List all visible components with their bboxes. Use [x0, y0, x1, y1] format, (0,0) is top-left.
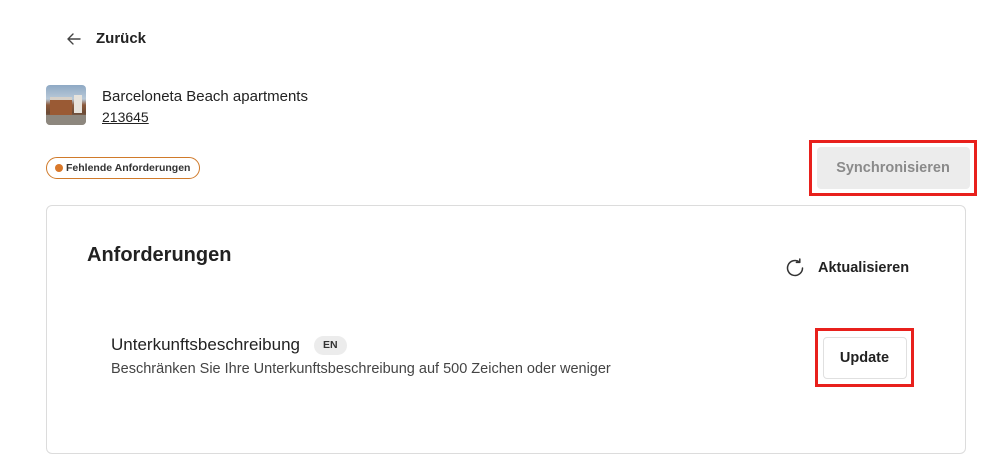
sync-highlight: Synchronisieren [809, 140, 977, 196]
property-info: Barceloneta Beach apartments 213645 [102, 87, 308, 127]
update-button[interactable]: Update [822, 336, 907, 379]
requirement-description: Beschränken Sie Ihre Unterkunftsbeschrei… [111, 361, 611, 377]
page: Zurück Barceloneta Beach apartments 2136… [0, 0, 1001, 465]
language-tag: EN [314, 335, 347, 355]
sync-button[interactable]: Synchronisieren [816, 147, 970, 189]
status-badge-label: Fehlende Anforderungen [66, 162, 191, 174]
refresh-icon [784, 257, 806, 279]
back-label: Zurück [96, 30, 147, 47]
back-link[interactable]: Zurück [66, 30, 146, 47]
requirement-item: Unterkunftsbeschreibung EN [111, 335, 347, 355]
property-id-link[interactable]: 213645 [102, 108, 308, 127]
requirement-title: Unterkunftsbeschreibung [111, 335, 301, 354]
property-header: Barceloneta Beach apartments 213645 [46, 85, 308, 127]
requirements-title: Anforderungen [87, 244, 232, 266]
status-dot-icon [55, 164, 63, 172]
property-name: Barceloneta Beach apartments [102, 88, 308, 105]
update-highlight: Update [815, 328, 914, 387]
requirements-card: Anforderungen Aktualisieren Unterkunftsb… [46, 205, 966, 454]
arrow-left-icon [66, 31, 82, 47]
status-badge: Fehlende Anforderungen [46, 157, 201, 179]
refresh-label: Aktualisieren [818, 260, 910, 276]
refresh-button[interactable]: Aktualisieren [784, 257, 909, 279]
property-thumbnail [46, 85, 86, 125]
